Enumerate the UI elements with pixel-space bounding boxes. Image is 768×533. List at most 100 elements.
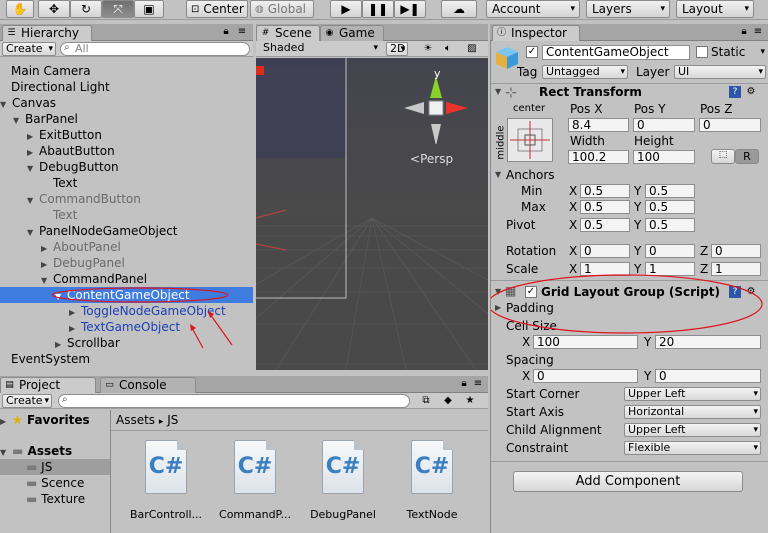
folder-item-scence[interactable]: ▬ Scence	[26, 475, 84, 491]
start-axis-dropdown[interactable]: Horizontal	[624, 405, 761, 419]
constraint-dropdown[interactable]: Flexible	[624, 441, 761, 455]
menu-icon[interactable]: ≡	[472, 378, 484, 390]
project-search-input[interactable]: ⌕	[58, 394, 410, 408]
help-icon[interactable]: ?	[729, 86, 741, 98]
mode-2d-toggle[interactable]: 2D	[386, 42, 408, 56]
space-toggle-button[interactable]: ◍ Global	[250, 0, 314, 18]
breadcrumb-current[interactable]: JS	[167, 413, 178, 427]
pivot-y-input[interactable]: 0.5	[645, 218, 695, 232]
width-input[interactable]: 100.2	[568, 150, 629, 164]
folder-icon: ▬	[26, 492, 38, 506]
blueprint-mode-button[interactable]: ⬚	[711, 149, 735, 164]
step-button[interactable]: ▶❚	[394, 0, 426, 18]
effects-icon[interactable]: ▨	[466, 43, 478, 55]
pause-button[interactable]: ❚❚	[362, 0, 394, 18]
lock-icon[interactable]: 🔒︎	[458, 378, 470, 390]
spacing-x-input[interactable]: 0	[533, 369, 638, 383]
asset-file[interactable]: C# TextNode	[394, 440, 470, 521]
pause-icon: ❚❚	[367, 2, 389, 16]
layer-value: UI	[678, 65, 690, 78]
rect-transform-title: Rect Transform	[539, 85, 642, 99]
favorite-star-icon[interactable]: ★	[464, 395, 476, 407]
filter-type-icon[interactable]: ⧉	[420, 395, 432, 407]
start-corner-dropdown[interactable]: Upper Left	[624, 387, 761, 401]
shading-mode-dropdown[interactable]: Shaded	[260, 42, 380, 56]
anchor-max-x-input[interactable]: 0.5	[580, 200, 630, 214]
anchor-min-x-input[interactable]: 0.5	[580, 184, 630, 198]
scale-tool-button[interactable]: ⤧	[102, 0, 134, 18]
tab-hierarchy[interactable]: ☰ Hierarchy	[2, 25, 92, 41]
rotation-z-input[interactable]: 0	[711, 244, 761, 258]
add-component-button[interactable]: Add Component	[513, 471, 743, 492]
menu-icon[interactable]: ≡	[236, 26, 248, 38]
pivot-toggle-button[interactable]: ⊡ Center	[186, 0, 248, 18]
object-name-value: ContentGameObject	[546, 45, 669, 59]
folder-item-js[interactable]: ▬ JS	[0, 459, 110, 475]
move-tool-button[interactable]: ✥	[38, 0, 70, 18]
asset-file[interactable]: C# BarControll...	[128, 440, 204, 521]
tab-scene[interactable]: # Scene	[256, 25, 320, 41]
pivot-label: Center	[203, 2, 244, 16]
tag-dropdown[interactable]: Untagged	[542, 65, 628, 79]
pivot-x-input[interactable]: 0.5	[580, 218, 630, 232]
asset-file[interactable]: C# DebugPanel	[305, 440, 381, 521]
layer-dropdown[interactable]: UI	[674, 65, 766, 79]
tab-inspector[interactable]: ⓘ Inspector	[492, 25, 580, 41]
raw-edit-button[interactable]: R	[735, 149, 759, 164]
folder-item-texture[interactable]: ▬ Texture	[26, 491, 85, 507]
project-create-dropdown[interactable]: Create	[2, 394, 52, 408]
object-name-input[interactable]: ContentGameObject	[542, 45, 690, 60]
layout-dropdown[interactable]: Layout ▾	[676, 0, 754, 18]
static-dropdown[interactable]	[755, 46, 767, 60]
tab-project[interactable]: ▤ Project	[0, 377, 96, 393]
asset-file[interactable]: C# CommandP...	[217, 440, 293, 521]
favorites-item[interactable]: ▶ ★ Favorites	[0, 412, 90, 428]
tab-game[interactable]: ◉ Game	[320, 25, 384, 41]
csharp-script-icon: C#	[411, 440, 453, 494]
field-value: 0	[715, 244, 723, 258]
rotation-x-input[interactable]: 0	[580, 244, 630, 258]
audio-icon[interactable]: 🔈︎	[442, 43, 454, 55]
posz-input[interactable]: 0	[699, 118, 761, 132]
lock-icon[interactable]: 🔒︎	[220, 26, 232, 38]
active-checkbox[interactable]: ✓	[526, 46, 538, 58]
persp-label[interactable]: <Persp	[410, 152, 453, 166]
spacing-y-input[interactable]: 0	[655, 369, 761, 383]
anchor-min-y-input[interactable]: 0.5	[645, 184, 695, 198]
static-checkbox[interactable]	[696, 46, 708, 58]
layers-dropdown[interactable]: Layers ▾	[586, 0, 670, 18]
child-alignment-dropdown[interactable]: Upper Left	[624, 423, 761, 437]
height-input[interactable]: 100	[633, 150, 695, 164]
tab-label: Console	[119, 378, 167, 392]
annotation-arrow	[191, 327, 204, 349]
gear-icon[interactable]: ⚙	[745, 86, 757, 98]
posy-input[interactable]: 0	[633, 118, 695, 132]
layer-label: Layer	[636, 65, 670, 79]
play-button[interactable]: ▶	[330, 0, 362, 18]
rotation-y-input[interactable]: 0	[645, 244, 695, 258]
lighting-icon[interactable]: ☀	[422, 43, 434, 55]
create-label: Create	[6, 42, 43, 55]
divider	[111, 430, 488, 431]
tab-console[interactable]: ▭ Console	[100, 377, 196, 393]
hand-tool-button[interactable]: ✋	[6, 0, 34, 18]
hierarchy-icon: ☰	[7, 28, 16, 38]
cloud-button[interactable]: ☁	[441, 0, 477, 18]
filter-label-icon[interactable]: ◆	[442, 395, 454, 407]
hierarchy-search-input[interactable]: ⌕ All	[60, 42, 250, 56]
layout-label: Layout	[682, 2, 723, 16]
collapse-arrow-icon[interactable]: ▶	[0, 414, 12, 430]
menu-icon[interactable]: ≡	[752, 26, 764, 38]
lock-icon[interactable]: 🔒︎	[738, 26, 750, 38]
scene-viewport[interactable]: y <Persp	[256, 58, 488, 370]
rotate-tool-button[interactable]: ↻	[70, 0, 102, 18]
breadcrumb-root[interactable]: Assets	[116, 413, 155, 427]
assets-item[interactable]: ▼ ▬ Assets	[0, 443, 72, 459]
rect-tool-button[interactable]: ▣	[134, 0, 164, 18]
anchor-max-y-input[interactable]: 0.5	[645, 200, 695, 214]
hierarchy-create-dropdown[interactable]: Create	[2, 42, 56, 56]
account-dropdown[interactable]: Account ▾	[486, 0, 580, 18]
posx-input[interactable]: 8.4	[568, 118, 629, 132]
anchor-preset-button[interactable]	[507, 118, 553, 162]
project-toolbar: Create ⌕ ⧉ ◆ ★	[0, 393, 488, 409]
